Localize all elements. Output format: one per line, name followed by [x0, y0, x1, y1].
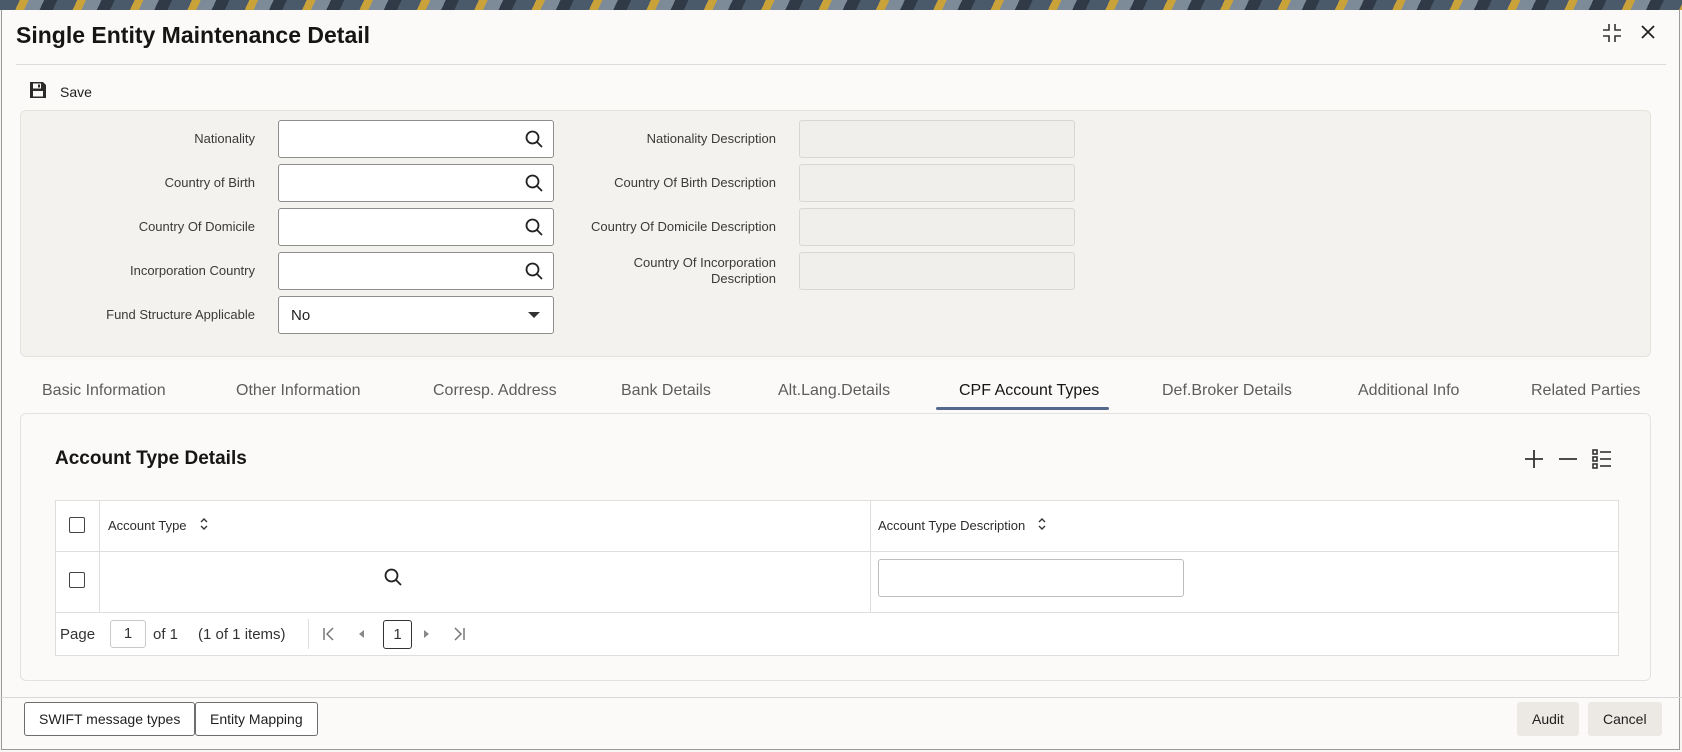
- add-row-button[interactable]: [1523, 448, 1545, 475]
- column-header-label: Account Type Description: [878, 518, 1026, 533]
- first-page-icon[interactable]: [322, 625, 336, 647]
- close-icon[interactable]: [1638, 22, 1658, 47]
- country-of-domicile-description-field: [799, 208, 1075, 246]
- country-of-domicile-field[interactable]: [278, 208, 554, 246]
- tab-def-broker-details[interactable]: Def.Broker Details: [1162, 382, 1292, 400]
- last-page-icon[interactable]: [452, 625, 466, 647]
- column-divider: [870, 501, 871, 612]
- swift-message-types-button[interactable]: SWIFT message types: [24, 702, 196, 736]
- country-of-birth-field[interactable]: [278, 164, 554, 202]
- tab-cpf-account-types[interactable]: CPF Account Types: [959, 382, 1099, 400]
- page-count-label: of 1: [153, 626, 179, 643]
- next-page-icon[interactable]: [422, 625, 432, 647]
- chevron-down-icon: [528, 312, 540, 318]
- pagination: Page 1 of 1 (1 of 1 items) 1: [56, 613, 1618, 657]
- save-icon: [28, 80, 48, 103]
- active-tab-indicator: [936, 407, 1109, 410]
- column-header-account-type[interactable]: Account Type: [108, 517, 209, 534]
- country-of-domicile-label: Country Of Domicile: [138, 219, 255, 234]
- country-of-incorporation-description-field: [799, 252, 1075, 290]
- background-strip: [0, 0, 1682, 10]
- tab-additional-info[interactable]: Additional Info: [1358, 382, 1459, 400]
- country-of-incorporation-description-label: Country Of Incorporation Description: [634, 255, 776, 287]
- search-icon[interactable]: [383, 567, 403, 592]
- fund-structure-value: No: [291, 307, 311, 324]
- account-type-table: Account Type Account Type Description Pa…: [55, 500, 1619, 656]
- sort-icon[interactable]: [199, 517, 209, 534]
- country-of-birth-label: Country of Birth: [164, 175, 255, 190]
- incorporation-country-field[interactable]: [278, 252, 554, 290]
- row-checkbox[interactable]: [69, 572, 85, 588]
- page-label: Page: [60, 626, 96, 643]
- tab-other-information[interactable]: Other Information: [236, 382, 361, 400]
- nationality-label: Nationality: [194, 131, 255, 146]
- nationality-description-label: Nationality Description: [646, 131, 776, 146]
- column-divider: [99, 501, 100, 612]
- tab-corresp-address[interactable]: Corresp. Address: [433, 382, 557, 400]
- column-header-account-type-description[interactable]: Account Type Description: [878, 517, 1047, 534]
- footer-divider: [0, 697, 1682, 698]
- country-of-birth-description-label: Country Of Birth Description: [614, 175, 776, 190]
- previous-page-icon[interactable]: [356, 625, 366, 647]
- header-divider: [16, 64, 1666, 65]
- page-title: Single Entity Maintenance Detail: [16, 22, 371, 48]
- nationality-field[interactable]: [278, 120, 554, 158]
- account-type-section: Account Type Details Account Type Accoun…: [20, 413, 1651, 681]
- cancel-button[interactable]: Cancel: [1588, 702, 1662, 736]
- tab-bar: Basic Information Other Information Corr…: [0, 370, 1682, 412]
- account-type-description-input[interactable]: [878, 559, 1184, 597]
- save-button[interactable]: Save: [28, 80, 92, 103]
- nationality-description-field: [799, 120, 1075, 158]
- incorporation-country-label: Incorporation Country: [129, 263, 255, 278]
- save-label: Save: [60, 83, 92, 100]
- country-of-birth-description-field: [799, 164, 1075, 202]
- select-all-checkbox[interactable]: [69, 517, 85, 533]
- tab-basic-information[interactable]: Basic Information: [42, 382, 166, 400]
- country-of-domicile-description-label: Country Of Domicile Description: [591, 219, 776, 234]
- search-icon[interactable]: [524, 261, 544, 286]
- current-page-button[interactable]: 1: [383, 620, 412, 649]
- fund-structure-select[interactable]: No: [278, 296, 554, 334]
- column-header-label: Account Type: [108, 518, 187, 533]
- delete-row-button[interactable]: [1557, 448, 1579, 475]
- search-icon[interactable]: [524, 217, 544, 242]
- minimize-icon[interactable]: [1601, 22, 1623, 49]
- sort-icon[interactable]: [1037, 517, 1047, 534]
- fund-structure-label: Fund Structure Applicable: [106, 307, 255, 322]
- audit-button[interactable]: Audit: [1517, 702, 1579, 736]
- header-divider: [56, 551, 1618, 552]
- items-count-label: (1 of 1 items): [198, 626, 286, 643]
- search-icon[interactable]: [524, 173, 544, 198]
- view-details-icon[interactable]: [1591, 448, 1613, 475]
- tab-related-parties[interactable]: Related Parties: [1531, 382, 1640, 400]
- page-number-input[interactable]: 1: [110, 620, 146, 648]
- tab-alt-lang-details[interactable]: Alt.Lang.Details: [778, 382, 890, 400]
- label-line-2: Description: [710, 271, 776, 286]
- pager-divider: [308, 619, 309, 649]
- tab-bank-details[interactable]: Bank Details: [621, 382, 711, 400]
- search-icon[interactable]: [524, 129, 544, 154]
- section-title: Account Type Details: [55, 448, 247, 469]
- label-line-1: Country Of Incorporation: [633, 255, 776, 270]
- entity-mapping-button[interactable]: Entity Mapping: [195, 702, 318, 736]
